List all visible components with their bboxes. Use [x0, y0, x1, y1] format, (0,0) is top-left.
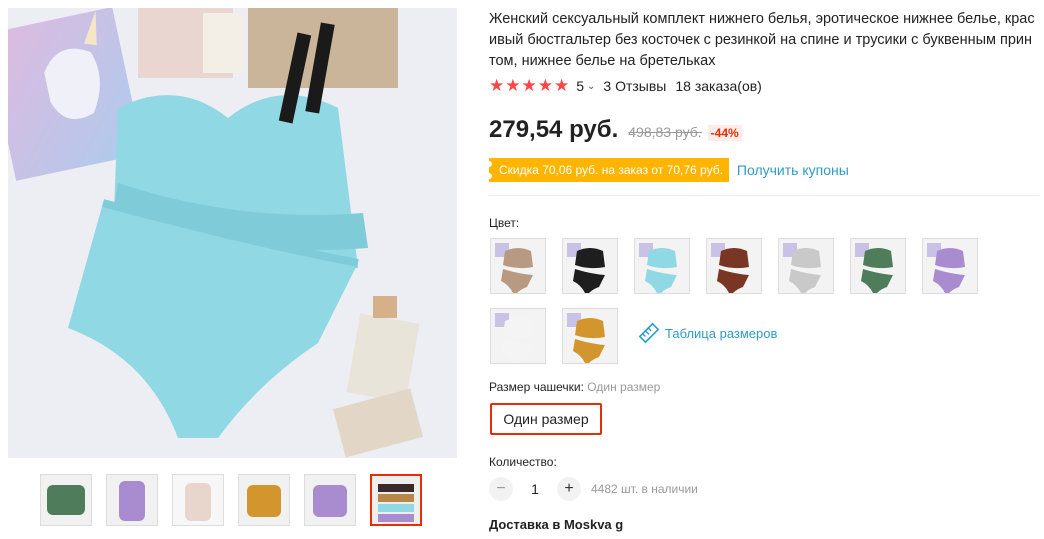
swatch-image — [635, 239, 689, 293]
orders-count: 18 заказа(ов) — [675, 78, 762, 94]
increase-quantity-button[interactable]: + — [557, 477, 581, 501]
get-coupons-link[interactable]: Получить купоны — [737, 162, 849, 178]
current-price: 279,54 руб. — [489, 116, 619, 143]
color-swatch-brown[interactable] — [706, 238, 762, 294]
cup-size-label: Размер чашечки: Один размер — [489, 380, 660, 394]
discount-badge: -44% — [707, 125, 742, 141]
size-chart-label: Таблица размеров — [665, 325, 778, 341]
thumbnail-image — [372, 476, 420, 524]
rating-score[interactable]: 5 — [576, 78, 584, 94]
color-swatch-sky-blue[interactable] — [634, 238, 690, 294]
decrease-quantity-button[interactable]: − — [489, 477, 513, 501]
swatch-image — [851, 239, 905, 293]
thumbnail-image — [305, 475, 355, 525]
cup-size-value: Один размер — [587, 380, 661, 394]
quantity-label: Количество: — [489, 455, 557, 469]
size-option-button[interactable]: Один размер — [490, 403, 602, 435]
delivery-heading: Доставка в Moskva g — [489, 517, 624, 532]
color-swatch-green[interactable] — [850, 238, 906, 294]
swatch-image — [491, 309, 545, 363]
cup-size-title: Размер чашечки: — [489, 380, 584, 394]
color-label: Цвет: — [489, 216, 520, 230]
thumbnail-image — [173, 475, 223, 525]
swatch-image — [779, 239, 833, 293]
swatch-image — [491, 239, 545, 293]
thumbnail-image — [107, 475, 157, 525]
thumbnail-active[interactable] — [370, 474, 422, 526]
swatch-image — [707, 239, 761, 293]
coupon-row: Скидка 70,06 руб. на заказ от 70,76 руб.… — [486, 158, 849, 182]
color-swatch-purple[interactable] — [922, 238, 978, 294]
swatch-image — [923, 239, 977, 293]
thumbnail-image — [41, 475, 91, 525]
product-photo — [8, 8, 457, 458]
main-product-image[interactable] — [8, 8, 457, 458]
thumbnail-image — [239, 475, 289, 525]
old-price: 498,83 руб. — [628, 124, 702, 140]
divider — [489, 195, 1039, 196]
color-swatch-beige[interactable] — [490, 238, 546, 294]
thumbnail[interactable] — [172, 474, 224, 526]
chevron-down-icon[interactable]: ⌄ — [587, 81, 595, 92]
product-title: Женский сексуальный комплект нижнего бел… — [489, 11, 1035, 69]
color-swatch-mustard[interactable] — [562, 308, 618, 364]
thumbnail[interactable] — [40, 474, 92, 526]
swatch-image — [563, 309, 617, 363]
color-swatch-grey[interactable] — [778, 238, 834, 294]
price-row: 279,54 руб. 498,83 руб. -44% — [489, 116, 742, 144]
rating-row: ★★★★★ 5 ⌄ 3 Отзывы 18 заказа(ов) — [489, 76, 762, 96]
thumbnail[interactable] — [106, 474, 158, 526]
star-rating-icon: ★★★★★ — [489, 76, 571, 95]
stock-count: 4482 шт. в наличии — [591, 482, 698, 496]
reviews-link[interactable]: 3 Отзывы — [603, 78, 666, 94]
ruler-icon — [638, 322, 660, 344]
thumbnail[interactable] — [304, 474, 356, 526]
quantity-stepper: − 1 + 4482 шт. в наличии — [489, 477, 698, 501]
swatch-image — [563, 239, 617, 293]
size-chart-link[interactable]: Таблица размеров — [638, 322, 777, 344]
thumbnail[interactable] — [238, 474, 290, 526]
color-swatch-black[interactable] — [562, 238, 618, 294]
color-swatch-white[interactable] — [490, 308, 546, 364]
quantity-input[interactable]: 1 — [513, 481, 557, 497]
coupon-badge: Скидка 70,06 руб. на заказ от 70,76 руб. — [486, 158, 729, 182]
